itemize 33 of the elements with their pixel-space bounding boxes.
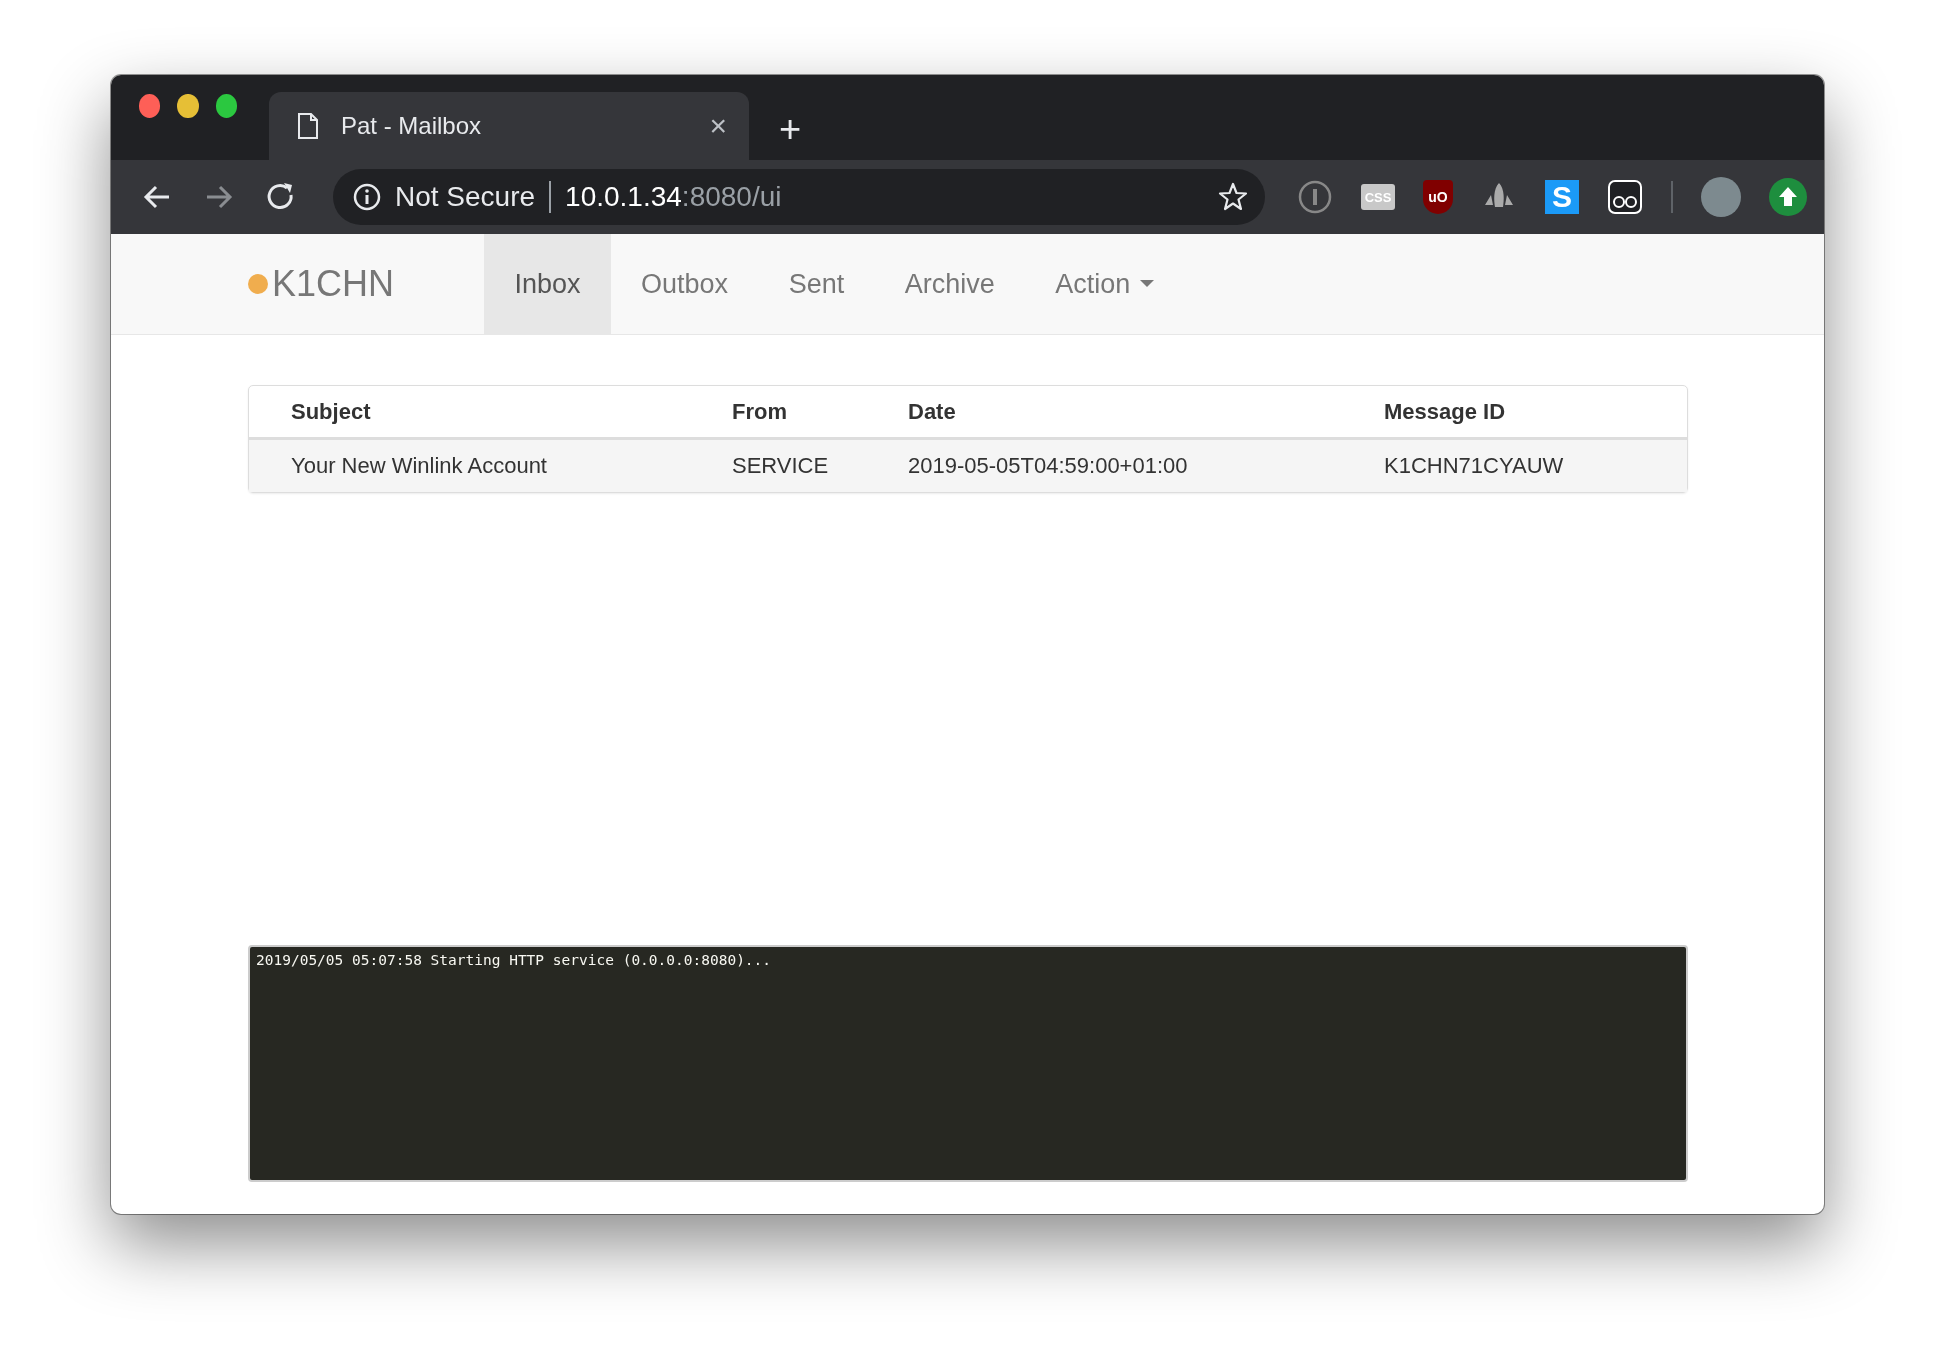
nav-tab[interactable]: Sent bbox=[758, 234, 875, 334]
tab-title: Pat - Mailbox bbox=[341, 112, 483, 140]
close-window-button[interactable] bbox=[139, 94, 161, 118]
nav-tab[interactable]: Action bbox=[1024, 234, 1185, 334]
close-tab-button[interactable]: × bbox=[709, 109, 727, 143]
column-header[interactable]: From bbox=[724, 386, 900, 437]
minimize-window-button[interactable] bbox=[177, 94, 199, 118]
address-bar[interactable]: Not Secure 10.0.1.34:8080/ui bbox=[333, 169, 1265, 225]
caret-icon bbox=[1140, 280, 1155, 288]
security-label: Not Secure bbox=[395, 181, 536, 213]
browser-tab[interactable]: Pat - Mailbox × bbox=[269, 92, 749, 160]
glasses-icon[interactable] bbox=[1607, 179, 1643, 215]
nav-tab[interactable]: Outbox bbox=[610, 234, 759, 334]
table-cell-text: SERVICE bbox=[731, 452, 830, 480]
maximize-window-button[interactable] bbox=[215, 94, 237, 118]
log-line: 2019/05/05 05:07:58 Starting HTTP service (0.0.0.0:8080)... bbox=[256, 952, 773, 968]
column-header[interactable]: Date bbox=[900, 386, 1376, 437]
nav-tab[interactable]: Archive bbox=[874, 234, 1025, 334]
nav-tab[interactable]: Inbox bbox=[484, 234, 611, 334]
document-icon bbox=[297, 112, 319, 140]
brand-callsign[interactable]: K1CHN bbox=[272, 263, 395, 305]
table-cell-text: K1CHN71CYAUW bbox=[1383, 452, 1565, 480]
column-header[interactable]: Message ID bbox=[1376, 386, 1687, 437]
new-tab-button[interactable]: + bbox=[779, 110, 802, 148]
table-cell-text: 2019-05-05T04:59:00+01:00 bbox=[907, 452, 1189, 480]
avatar-icon[interactable] bbox=[1701, 177, 1741, 217]
star-icon[interactable] bbox=[1217, 181, 1249, 213]
url-text: 10.0.1.34:8080/ui bbox=[565, 181, 783, 213]
table-cell-text: Your New Winlink Account bbox=[290, 452, 548, 480]
column-header[interactable]: Subject bbox=[283, 386, 724, 437]
shield-extension-icon[interactable]: uO bbox=[1423, 180, 1453, 214]
upload-icon[interactable] bbox=[1769, 178, 1807, 216]
status-dot bbox=[248, 274, 268, 294]
